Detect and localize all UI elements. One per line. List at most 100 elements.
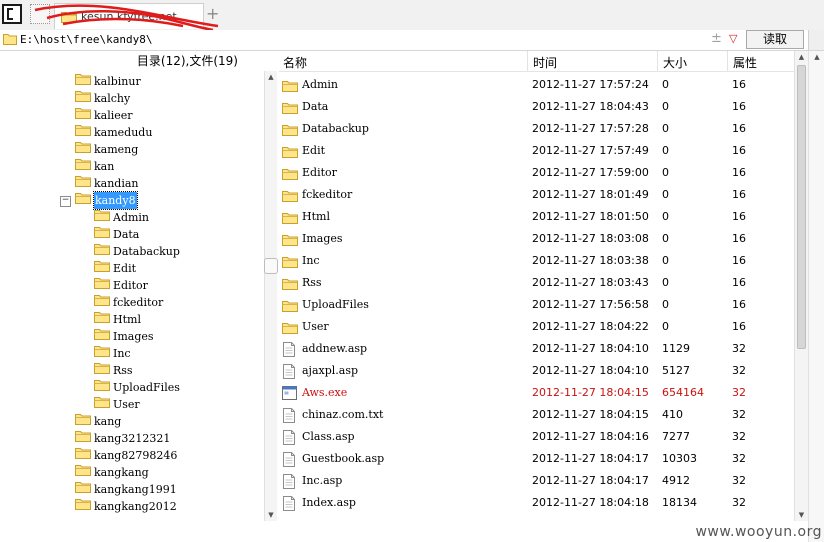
list-scrollbar[interactable]: ▲ ▼ <box>794 51 808 521</box>
column-attr[interactable]: 属性 <box>733 54 757 71</box>
tree-item[interactable]: kalbinur <box>75 72 141 89</box>
file-name: User <box>302 320 329 333</box>
file-row[interactable]: Index.asp 2012-11-27 18:04:18 18134 32 <box>279 492 794 514</box>
file-row[interactable]: UploadFiles 2012-11-27 17:56:58 0 16 <box>279 294 794 316</box>
file-row[interactable]: Edit 2012-11-27 17:57:49 0 16 <box>279 140 794 162</box>
folder-icon <box>94 276 110 294</box>
tree-item[interactable]: kameng <box>75 140 138 157</box>
new-tab-button[interactable]: + <box>206 6 219 22</box>
column-time[interactable]: 时间 <box>533 54 557 71</box>
file-attr: 32 <box>732 386 746 399</box>
file-row[interactable]: Guestbook.asp 2012-11-27 18:04:17 10303 32 <box>279 448 794 470</box>
file-row[interactable]: Aws.exe 2012-11-27 18:04:15 654164 32 <box>279 382 794 404</box>
file-row[interactable]: Data 2012-11-27 18:04:43 0 16 <box>279 96 794 118</box>
file-size: 0 <box>662 210 669 223</box>
chevron-down-icon[interactable]: ▽ <box>729 32 737 45</box>
file-name: Admin <box>302 78 339 91</box>
file-row[interactable]: chinaz.com.txt 2012-11-27 18:04:15 410 32 <box>279 404 794 426</box>
column-name[interactable]: 名称 <box>283 54 307 71</box>
tree-item[interactable]: kalchy <box>75 89 130 106</box>
tree-item[interactable]: Inc <box>94 344 131 361</box>
file-row[interactable]: Class.asp 2012-11-27 18:04:16 7277 32 <box>279 426 794 448</box>
tree-item[interactable]: Databackup <box>94 242 180 259</box>
tree-item[interactable]: kangkang2012 <box>75 497 177 514</box>
tree-item[interactable]: UploadFiles <box>94 378 180 395</box>
tree-item[interactable]: Edit <box>94 259 136 276</box>
tree-item-label: kalieer <box>94 108 133 122</box>
tree-item-label: kangkang <box>94 465 149 479</box>
file-row[interactable]: Inc.asp 2012-11-27 18:04:17 4912 32 <box>279 470 794 492</box>
file-name: Index.asp <box>302 496 356 509</box>
tree-item-label: kangkang2012 <box>94 499 177 513</box>
document-icon <box>282 496 296 519</box>
folder-icon <box>94 378 110 396</box>
tree-item[interactable]: kang82798246 <box>75 446 177 463</box>
tree-item[interactable]: kan <box>75 157 114 174</box>
file-row[interactable]: Admin 2012-11-27 17:57:24 0 16 <box>279 74 794 96</box>
folder-icon <box>75 157 91 175</box>
file-attr: 16 <box>732 122 746 135</box>
file-size: 654164 <box>662 386 704 399</box>
file-attr: 16 <box>732 232 746 245</box>
column-size[interactable]: 大小 <box>663 54 687 71</box>
folder-icon <box>75 497 91 515</box>
tree-item[interactable]: kalieer <box>75 106 133 123</box>
file-row[interactable]: fckeditor 2012-11-27 18:01:49 0 16 <box>279 184 794 206</box>
tab-active[interactable]: kesun.kfyfree.net <box>34 3 219 32</box>
tree-item[interactable]: Editor <box>94 276 148 293</box>
tree-item[interactable]: Data <box>94 225 139 242</box>
tree-scrollbar[interactable]: ▲ ▼ <box>264 71 277 521</box>
tree-item[interactable]: kang <box>75 412 121 429</box>
column-divider[interactable] <box>657 51 658 71</box>
scroll-thumb[interactable] <box>797 65 806 349</box>
file-attr: 32 <box>732 474 746 487</box>
file-row[interactable]: Editor 2012-11-27 17:59:00 0 16 <box>279 162 794 184</box>
scroll-up-icon[interactable]: ▲ <box>265 73 277 81</box>
file-name: Guestbook.asp <box>302 452 385 465</box>
tree-item[interactable]: kangkang1991 <box>75 480 177 497</box>
panel-toggle-button[interactable] <box>2 4 22 24</box>
file-row[interactable]: addnew.asp 2012-11-27 18:04:10 1129 32 <box>279 338 794 360</box>
file-row[interactable]: ajaxpl.asp 2012-11-27 18:04:10 5127 32 <box>279 360 794 382</box>
file-row[interactable]: Rss 2012-11-27 18:03:43 0 16 <box>279 272 794 294</box>
add-bookmark-button[interactable]: ± <box>711 31 722 46</box>
file-size: 0 <box>662 122 669 135</box>
tree-item[interactable]: Rss <box>94 361 133 378</box>
tree-item-label: Edit <box>113 261 137 275</box>
tree-item[interactable]: kamedudu <box>75 123 152 140</box>
tree-item[interactable]: Images <box>94 327 154 344</box>
file-name: Aws.exe <box>302 386 348 399</box>
tree-item[interactable]: kangkang <box>75 463 149 480</box>
file-time: 2012-11-27 17:59:00 <box>532 166 649 179</box>
column-divider[interactable] <box>527 51 528 71</box>
file-size: 10303 <box>662 452 697 465</box>
scroll-down-icon[interactable]: ▼ <box>265 511 277 519</box>
file-row[interactable]: Databackup 2012-11-27 17:57:28 0 16 <box>279 118 794 140</box>
address-input[interactable]: E:\host\free\kandy8\ <box>20 33 152 46</box>
file-time: 2012-11-27 18:03:08 <box>532 232 649 245</box>
scroll-up-icon[interactable]: ▲ <box>809 53 824 61</box>
tree-item[interactable]: User <box>94 395 140 412</box>
tree-item[interactable]: kang3212321 <box>75 429 170 446</box>
tree-item-label: kalbinur <box>94 74 141 88</box>
collapse-toggle[interactable]: − <box>60 196 71 207</box>
splitter-handle[interactable] <box>264 258 278 274</box>
scroll-up-icon[interactable]: ▲ <box>795 53 808 61</box>
file-row[interactable]: Html 2012-11-27 18:01:50 0 16 <box>279 206 794 228</box>
file-row[interactable]: Inc 2012-11-27 18:03:38 0 16 <box>279 250 794 272</box>
column-divider[interactable] <box>727 51 728 71</box>
file-name: Inc.asp <box>302 474 343 487</box>
scroll-down-icon[interactable]: ▼ <box>795 511 808 519</box>
tree-item[interactable]: fckeditor <box>94 293 163 310</box>
file-size: 0 <box>662 144 669 157</box>
tree-item[interactable]: Admin <box>94 208 149 225</box>
file-time: 2012-11-27 18:01:50 <box>532 210 649 223</box>
read-button[interactable]: 读取 <box>746 30 804 49</box>
file-attr: 16 <box>732 320 746 333</box>
file-row[interactable]: User 2012-11-27 18:04:22 0 16 <box>279 316 794 338</box>
file-row[interactable]: Images 2012-11-27 18:03:08 0 16 <box>279 228 794 250</box>
tree-item[interactable]: Html <box>94 310 141 327</box>
file-time: 2012-11-27 17:57:24 <box>532 78 649 91</box>
tree-item[interactable]: kandian <box>75 174 139 191</box>
tree-item[interactable]: kandy8 <box>75 190 138 210</box>
